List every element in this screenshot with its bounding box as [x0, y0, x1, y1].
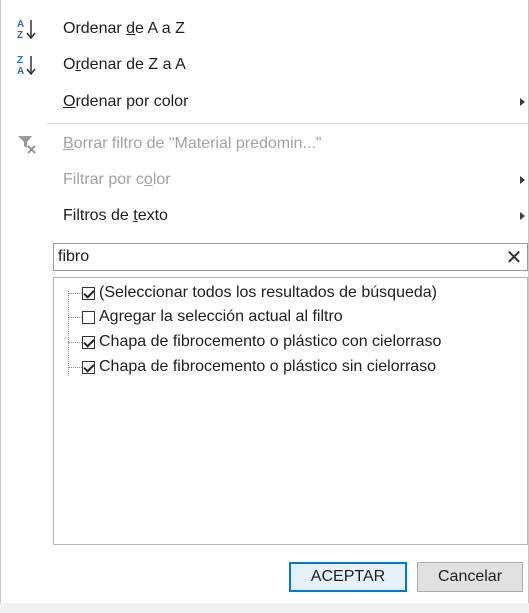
menu-clear-filter-label: Borrar filtro de "Material predomin..." — [63, 135, 322, 152]
list-item-without-ceiling[interactable]: Chapa de fibrocemento o plástico sin cie… — [68, 356, 436, 378]
list-item-label: Chapa de fibrocemento o plástico sin cie… — [99, 358, 437, 375]
autofilter-dropdown: A Z Ordenar de A a Z Z A Ordenar de Z a … — [0, 0, 529, 612]
list-item-label: Chapa de fibrocemento o plástico con cie… — [99, 333, 442, 350]
bottom-strip — [0, 603, 529, 613]
menu-sort-by-color-label: Ordenar por color — [63, 93, 189, 110]
menu-filter-by-color-label: Filtrar por color — [63, 171, 171, 188]
clear-search-icon[interactable]: ✕ — [501, 244, 527, 270]
tree-branch — [68, 341, 82, 343]
cancel-button[interactable]: Cancelar — [417, 562, 523, 592]
menu-filter-by-color[interactable]: Filtrar por color — [1, 163, 528, 197]
menu-sort-z-to-a[interactable]: Z A Ordenar de Z a A — [1, 48, 528, 82]
submenu-arrow-icon — [520, 98, 525, 106]
menu-sort-by-color[interactable]: Ordenar por color — [1, 85, 528, 119]
list-item-add-to-filter[interactable]: Agregar la selección actual al filtro — [68, 306, 343, 328]
menu-sort-a-to-z-label: Ordenar de A a Z — [63, 20, 185, 37]
value-list: (Seleccionar todos los resultados de bús… — [53, 277, 528, 545]
menu-separator — [47, 123, 528, 124]
svg-text:A: A — [17, 66, 24, 77]
checkbox[interactable] — [82, 286, 95, 300]
menu-sort-z-to-a-label: Ordenar de Z a A — [63, 56, 186, 73]
menu-sort-a-to-z[interactable]: A Z Ordenar de A a Z — [1, 12, 528, 46]
ok-button[interactable]: ACEPTAR — [289, 562, 407, 592]
list-item-select-all[interactable]: (Seleccionar todos los resultados de bús… — [68, 282, 437, 304]
svg-text:Z: Z — [17, 55, 23, 66]
sort-za-icon: Z A — [15, 51, 39, 79]
list-item-label: Agregar la selección actual al filtro — [99, 308, 343, 325]
svg-text:Z: Z — [17, 30, 23, 41]
submenu-arrow-icon — [520, 176, 525, 184]
checkbox[interactable] — [82, 310, 95, 324]
list-item-label: (Seleccionar todos los resultados de bús… — [99, 284, 437, 301]
clear-filter-icon — [15, 130, 39, 158]
sort-az-icon: A Z — [15, 15, 39, 43]
search-input[interactable] — [58, 246, 478, 268]
checkbox[interactable] — [82, 360, 95, 374]
svg-text:A: A — [17, 19, 24, 30]
search-box: ✕ — [53, 243, 528, 271]
menu-clear-filter[interactable]: Borrar filtro de "Material predomin..." — [1, 127, 528, 161]
checkbox[interactable] — [82, 335, 95, 349]
tree-branch — [68, 292, 82, 294]
list-item-with-ceiling[interactable]: Chapa de fibrocemento o plástico con cie… — [68, 331, 441, 353]
menu-text-filters-label: Filtros de texto — [63, 207, 168, 224]
menu-text-filters[interactable]: Filtros de texto — [1, 199, 528, 233]
submenu-arrow-icon — [520, 212, 525, 220]
tree-branch — [68, 316, 82, 318]
tree-branch — [68, 366, 82, 368]
